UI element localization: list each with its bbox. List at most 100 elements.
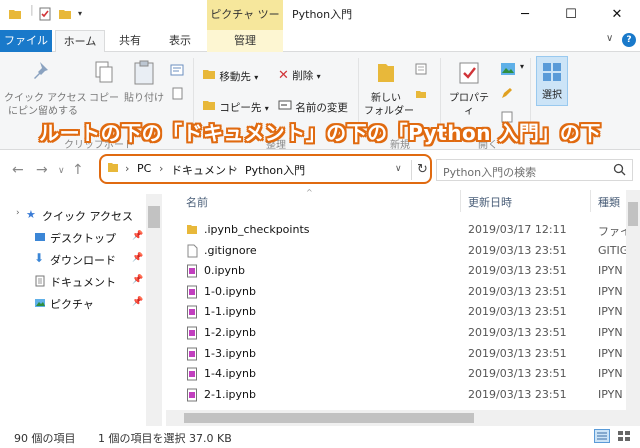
help-icon[interactable]: ? <box>622 33 636 47</box>
recent-dropdown-icon[interactable]: ∨ <box>58 166 65 176</box>
pin-icon[interactable]: 📌 <box>132 231 143 241</box>
horizontal-scrollbar[interactable] <box>166 410 626 426</box>
column-date[interactable]: 更新日時 <box>468 194 512 210</box>
expand-chevron-icon[interactable]: › <box>16 208 20 218</box>
tab-share[interactable]: 共有 <box>108 30 152 52</box>
minimize-button[interactable]: ─ <box>502 0 548 30</box>
annotation-caption: ルートの下の「ドキュメント」の下の「Python 入門」の下 <box>39 121 601 145</box>
tab-manage[interactable]: 管理 <box>207 30 283 52</box>
tab-view[interactable]: 表示 <box>158 30 202 52</box>
column-name[interactable]: 名前 <box>186 194 208 210</box>
select-button[interactable]: 選択 <box>536 56 568 106</box>
copy-path-icon[interactable] <box>170 86 184 103</box>
column-divider[interactable] <box>590 190 591 212</box>
properties-icon[interactable] <box>38 7 52 24</box>
desktop-icon <box>34 231 46 246</box>
new-folder-icon <box>378 64 394 82</box>
pin-quick-access-button[interactable]: クイック アクセス にピン留めする <box>4 60 87 118</box>
breadcrumb-python[interactable]: Python入門 <box>245 162 305 178</box>
nav-item-pictures[interactable]: ピクチャ 📌 <box>0 292 146 314</box>
move-to-label: 移動先 <box>219 71 251 83</box>
nav-scrollbar-thumb[interactable] <box>148 206 160 228</box>
cut-icon[interactable] <box>170 64 184 79</box>
close-button[interactable]: ✕ <box>594 0 640 30</box>
open-icon[interactable] <box>500 62 516 79</box>
maximize-button[interactable]: ☐ <box>548 0 594 30</box>
address-bar[interactable]: › PC › ドキュメント › Python入門 ∨ <box>103 158 425 180</box>
delete-x-icon: ✕ <box>278 68 289 83</box>
search-icon[interactable] <box>613 163 626 179</box>
ribbon-collapse-icon[interactable]: ∨ <box>606 33 613 44</box>
column-divider[interactable] <box>460 190 461 212</box>
search-input[interactable]: Python入門の検索 <box>436 159 633 181</box>
back-arrow-icon[interactable]: ← <box>12 162 24 178</box>
vertical-scrollbar-thumb[interactable] <box>628 202 638 226</box>
column-type[interactable]: 種類 <box>598 194 620 210</box>
easy-access-icon[interactable] <box>414 86 428 103</box>
file-row[interactable]: 1-0.ipynb 2019/03/13 23:51 IPYN <box>166 282 626 302</box>
tab-home[interactable]: ホーム <box>55 30 105 53</box>
move-to-button[interactable]: 移動先 ▾ <box>202 68 258 84</box>
breadcrumb-chevron-icon[interactable]: › <box>159 162 163 175</box>
horizontal-scrollbar-thumb[interactable] <box>184 413 474 423</box>
forward-arrow-icon[interactable]: → <box>36 162 48 178</box>
file-icon <box>186 244 198 261</box>
copy-to-button[interactable]: コピー先 ▾ <box>202 99 269 115</box>
notebook-file-icon <box>186 347 198 364</box>
nav-item-documents[interactable]: ドキュメント 📌 <box>0 270 146 292</box>
file-row[interactable]: 2-1.ipynb 2019/03/13 23:51 IPYN <box>166 385 626 405</box>
details-view-icon[interactable] <box>594 429 610 446</box>
folder-icon[interactable] <box>8 7 22 24</box>
folder-icon <box>186 223 198 238</box>
file-date: 2019/03/13 23:51 <box>468 284 567 298</box>
up-arrow-icon[interactable]: ↑ <box>72 162 84 178</box>
new-item-icon[interactable] <box>414 62 428 79</box>
nav-item-desktop[interactable]: デスクトップ 📌 <box>0 226 146 248</box>
customize-dropdown-icon[interactable]: ▾ <box>78 9 82 18</box>
paste-button[interactable]: 貼り付け <box>124 60 164 105</box>
breadcrumb-chevron-icon[interactable]: › <box>125 162 129 175</box>
edit-icon[interactable] <box>500 86 514 103</box>
open-dropdown-icon[interactable]: ▾ <box>520 62 524 71</box>
file-row[interactable]: 1-4.ipynb 2019/03/13 23:51 IPYN <box>166 364 626 384</box>
nav-quick-access[interactable]: › ★ クイック アクセス <box>0 204 146 226</box>
breadcrumb-chevron-icon[interactable]: › <box>233 162 237 175</box>
pin-icon[interactable]: 📌 <box>132 297 143 307</box>
nav-item-label: デスクトップ <box>50 232 116 245</box>
properties-check-icon <box>459 62 479 84</box>
pin-icon[interactable]: 📌 <box>132 253 143 263</box>
nav-quick-access-label: クイック アクセス <box>42 210 133 223</box>
file-type: IPYN <box>598 367 623 381</box>
file-name: 1-1.ipynb <box>204 305 256 319</box>
file-row[interactable]: 1-1.ipynb 2019/03/13 23:51 IPYN <box>166 302 626 322</box>
file-name: 1-4.ipynb <box>204 367 256 381</box>
new-folder-button[interactable]: 新しい フォルダー <box>364 60 414 118</box>
file-row[interactable]: .ipynb_checkpoints 2019/03/17 12:11 ファイ <box>166 220 626 240</box>
separator-icon: | <box>30 3 34 16</box>
pin-icon[interactable]: 📌 <box>132 275 143 285</box>
folder-icon <box>203 70 215 79</box>
copy-button[interactable]: コピー <box>88 60 120 105</box>
nav-scrollbar[interactable] <box>146 194 162 426</box>
tab-file[interactable]: ファイル <box>0 30 52 52</box>
breadcrumb-documents[interactable]: ドキュメント <box>171 162 237 178</box>
address-dropdown-icon[interactable]: ∨ <box>395 164 402 174</box>
file-type: IPYN <box>598 264 623 278</box>
file-row[interactable]: 1-2.ipynb 2019/03/13 23:51 IPYN <box>166 323 626 343</box>
large-icons-view-icon[interactable] <box>616 429 632 446</box>
nav-item-label: ピクチャ <box>50 298 94 311</box>
file-row[interactable]: .gitignore 2019/03/13 23:51 GITIG <box>166 241 626 261</box>
file-row[interactable]: 1-3.ipynb 2019/03/13 23:51 IPYN <box>166 344 626 364</box>
delete-button[interactable]: ✕ 削除 ▾ <box>278 68 321 83</box>
new-folder-icon[interactable] <box>58 7 72 24</box>
folder-icon <box>203 101 215 110</box>
rename-button[interactable]: 名前の変更 <box>278 99 348 115</box>
vertical-scrollbar[interactable] <box>626 190 640 426</box>
breadcrumb-pc[interactable]: PC <box>137 162 151 175</box>
properties-button[interactable]: プロパティ <box>446 60 492 118</box>
selection-info: 1 個の項目を選択 37.0 KB <box>98 432 232 445</box>
nav-item-downloads[interactable]: ⬇ ダウンロード 📌 <box>0 248 146 270</box>
refresh-icon[interactable]: ↻ <box>411 160 433 180</box>
file-row[interactable]: 0.ipynb 2019/03/13 23:51 IPYN <box>166 261 626 281</box>
navigation-pane: › ★ クイック アクセス デスクトップ 📌 ⬇ ダウンロード 📌 ドキュメント… <box>0 190 162 426</box>
